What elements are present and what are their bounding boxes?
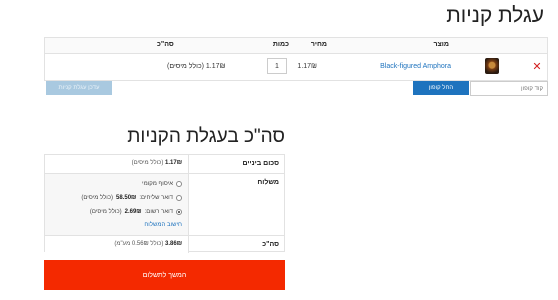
apply-coupon-button[interactable]: החל קופון <box>413 81 469 95</box>
subtotal-row: סכום ביניים 1.17₪ (כולל מיסים) <box>45 155 284 174</box>
cart-totals-table: סכום ביניים 1.17₪ (כולל מיסים) משלוח איס… <box>44 154 285 253</box>
shipping-options: איסוף מקומי דואר שליחים: 58.50₪ (כולל מי… <box>45 174 188 235</box>
product-price: 1.17₪ <box>297 63 317 70</box>
subtotal-value: 1.17₪ (כולל מיסים) <box>131 160 182 166</box>
page-title: עגלת קניות <box>446 4 544 27</box>
table-row: ✕ Black-figured Amphora 1.17₪ 1.17₪ (כול… <box>45 54 547 81</box>
subtotal-label: סכום ביניים <box>242 160 279 167</box>
shipping-option-local-pickup[interactable]: איסוף מקומי <box>142 181 182 187</box>
coupon-code-input[interactable] <box>470 81 548 96</box>
proceed-to-checkout-button[interactable]: המשך לתשלום <box>44 260 285 290</box>
remove-item-icon[interactable]: ✕ <box>531 61 543 73</box>
product-subtotal: 1.17₪ (כולל מיסים) <box>167 63 226 70</box>
column-header-price: מחיר <box>310 41 327 48</box>
radio-button[interactable] <box>176 181 182 187</box>
shipping-option-courier[interactable]: דואר שליחים: 58.50₪ (כולל מיסים) <box>81 195 182 201</box>
shipping-row: משלוח איסוף מקומי דואר שליחים: 58.50₪ (כ… <box>45 174 284 236</box>
column-header-product: מוצר <box>433 41 450 48</box>
shipping-option-registered-mail[interactable]: דואר רשום: 2.69₪ (כולל מיסים) <box>90 209 182 215</box>
cart-page: עגלת קניות מוצר מחיר כמות סה"כ ✕ Black-f… <box>0 0 558 300</box>
shipping-label: משלוח <box>257 179 279 186</box>
quantity-input[interactable] <box>267 58 287 74</box>
cart-table: מוצר מחיר כמות סה"כ ✕ Black-figured Amph… <box>44 37 548 81</box>
cart-totals-title: סה"כ בעגלת הקניות <box>127 126 285 147</box>
cart-table-header: מוצר מחיר כמות סה"כ <box>45 38 547 54</box>
column-header-quantity: כמות <box>272 41 289 48</box>
update-cart-button[interactable]: עדכן עגלת קניות <box>46 81 112 95</box>
total-label: סה"כ <box>262 241 279 248</box>
radio-button-checked[interactable] <box>176 209 182 215</box>
column-header-subtotal: סה"כ <box>157 41 174 48</box>
calculate-shipping-link[interactable]: חישוב המשלוח <box>144 222 182 228</box>
radio-button[interactable] <box>176 195 182 201</box>
order-total-row: סה"כ 3.86₪ (כולל 0.56₪ מע"מ) <box>45 236 284 253</box>
product-name-link[interactable]: Black-figured Amphora <box>380 63 451 70</box>
product-thumbnail[interactable] <box>485 58 499 74</box>
total-value: 3.86₪ (כולל 0.56₪ מע"מ) <box>114 241 182 247</box>
